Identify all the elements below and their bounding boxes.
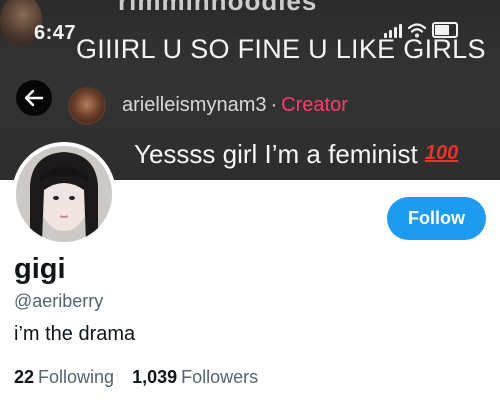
commenter-avatar <box>68 87 106 125</box>
back-arrow-icon <box>24 89 44 107</box>
status-time: 6:47 <box>34 22 77 44</box>
following-link[interactable]: 22 Following <box>14 367 114 388</box>
user-handle: @aeriberry <box>14 291 104 311</box>
profile-avatar[interactable] <box>12 142 116 246</box>
hundred-emoji-icon: 100 <box>424 142 459 164</box>
comment-text-line: Yessss girl I’m a feminist 100 <box>134 139 458 170</box>
followers-label: Followers <box>181 367 259 387</box>
banner-cut-text: rimminhoodies <box>118 0 318 16</box>
display-name: gigi <box>14 253 66 285</box>
follow-stats: 22 Following 1,039 Followers <box>14 367 258 388</box>
commenter-line: arielleismynam3 · Creator <box>122 94 348 117</box>
back-button[interactable] <box>16 80 52 116</box>
followers-link[interactable]: 1,039 Followers <box>132 367 258 388</box>
following-count: 22 <box>14 367 35 387</box>
avatar-image <box>16 146 112 242</box>
following-label: Following <box>38 367 115 387</box>
followers-count: 1,039 <box>132 367 178 387</box>
video-caption: GIIIRL U SO FINE U LIKE GIRLS <box>76 34 486 64</box>
commenter-username: arielleismynam3 <box>122 94 267 116</box>
separator-dot: · <box>270 94 278 116</box>
profile-bio: i’m the drama <box>14 323 136 345</box>
follow-button[interactable]: Follow <box>387 197 486 240</box>
creator-badge: Creator <box>281 94 348 116</box>
comment-text: Yessss girl I’m a feminist <box>134 139 418 169</box>
